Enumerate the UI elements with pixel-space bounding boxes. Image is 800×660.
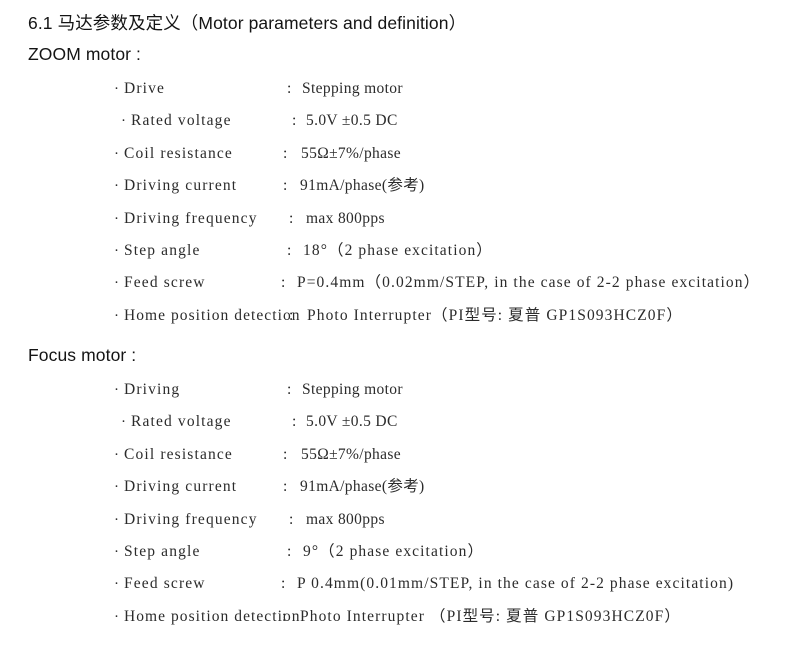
- spec-value: Photo Interrupter （PI型号: 夏普 GP1S093HCZ0F…: [300, 607, 681, 625]
- spec-separator: :: [287, 241, 292, 259]
- spec-value: Stepping motor: [302, 80, 403, 97]
- spec-value: max 800pps: [306, 510, 385, 528]
- section-heading-zoom-motor: ZOOM motor :: [28, 44, 142, 64]
- spec-row: · Coil resistance:55Ω±7%/phase: [0, 444, 800, 476]
- spec-separator: :: [289, 510, 294, 528]
- page-title: 6.1 马达参数及定义（Motor parameters and definit…: [28, 13, 467, 33]
- spec-row: · Driving current:91mA/phase(参考): [0, 175, 800, 207]
- spec-separator: :: [287, 381, 292, 398]
- spec-separator: :: [289, 209, 294, 227]
- section-heading-focus-motor: Focus motor :: [28, 345, 137, 365]
- spec-value: P 0.4mm(0.01mm/STEP, in the case of 2-2 …: [297, 575, 735, 593]
- spec-value: Stepping motor: [302, 381, 403, 398]
- bullet-icon: ·: [114, 382, 119, 398]
- spec-value: 91mA/phase(参考): [300, 478, 425, 496]
- spec-row: · Driving: Stepping motor: [0, 379, 800, 411]
- bullet-icon: ·: [114, 511, 119, 528]
- spec-value: Photo Interrupter（PI型号: 夏普 GP1S093HCZ0F）: [307, 306, 683, 324]
- spec-separator: :: [283, 478, 288, 496]
- spec-label: Coil resistance: [124, 445, 233, 463]
- spec-label: Feed screw: [124, 575, 206, 593]
- spec-value: 5.0V ±0.5 DC: [306, 413, 398, 431]
- bullet-icon: ·: [114, 479, 119, 496]
- spec-row: · Driving current:91mA/phase(参考): [0, 476, 800, 508]
- spec-value: 5.0V ±0.5 DC: [306, 112, 398, 130]
- spec-value: 91mA/phase(参考): [300, 177, 425, 195]
- spec-label: Rated voltage: [131, 413, 232, 431]
- spec-label: Driving frequency: [124, 510, 258, 528]
- spec-row: · Driving frequency: max 800pps: [0, 208, 800, 240]
- spec-row: · Coil resistance:55Ω±7%/phase: [0, 143, 800, 175]
- spec-value: 55Ω±7%/phase: [301, 144, 401, 162]
- spec-value: 9°（2 phase excitation）: [303, 542, 485, 560]
- spec-list-focus-motor: · Driving: Stepping motor · Rated voltage:5.…: [0, 379, 800, 638]
- spec-separator: :: [282, 607, 287, 625]
- spec-label: Coil resistance: [124, 144, 233, 162]
- bullet-icon: ·: [121, 414, 126, 431]
- bullet-icon: ·: [114, 446, 119, 463]
- spec-separator: :: [281, 274, 286, 292]
- spec-label: Drive: [124, 80, 166, 97]
- bullet-icon: ·: [114, 307, 119, 324]
- bullet-icon: ·: [114, 242, 119, 259]
- spec-label: Home position detection: [124, 607, 301, 625]
- spec-label: Driving current: [124, 177, 238, 195]
- bullet-icon: ·: [114, 145, 119, 162]
- spec-label: Driving frequency: [124, 209, 258, 227]
- bullet-icon: ·: [114, 576, 119, 593]
- bullet-icon: ·: [121, 113, 126, 130]
- spec-row: · Feed screw: P=0.4mm（0.02mm/STEP, in the …: [0, 272, 800, 304]
- spec-label: Driving: [124, 381, 181, 398]
- spec-value: 18°（2 phase excitation）: [303, 241, 493, 259]
- bullet-icon: ·: [114, 275, 119, 292]
- spec-separator: :: [292, 112, 297, 130]
- spec-label: Step angle: [124, 241, 201, 259]
- spec-value: max 800pps: [306, 209, 385, 227]
- bullet-icon: ·: [114, 81, 119, 97]
- spec-label: Feed screw: [124, 274, 206, 292]
- spec-row: · Step angle:18°（2 phase excitation）: [0, 240, 800, 272]
- spec-row: · Feed screw: P 0.4mm(0.01mm/STEP, in the …: [0, 573, 800, 605]
- spec-separator: :: [283, 144, 288, 162]
- spec-value: P=0.4mm（0.02mm/STEP, in the case of 2-2 …: [297, 274, 761, 292]
- spec-separator: :: [283, 445, 288, 463]
- spec-label: Home position detection: [124, 306, 301, 324]
- spec-separator: :: [283, 177, 288, 195]
- spec-separator: :: [287, 542, 292, 560]
- spec-separator: :: [281, 575, 286, 593]
- spec-separator: :: [287, 80, 292, 97]
- spec-row: · Drive: Stepping motor: [0, 78, 800, 110]
- spec-label: Driving current: [124, 478, 238, 496]
- spec-row: · Rated voltage:5.0V ±0.5 DC: [0, 411, 800, 443]
- spec-separator: :: [292, 413, 297, 431]
- spec-row: · Home position detection: Photo Interrupt…: [0, 305, 800, 337]
- spec-separator: :: [289, 306, 294, 324]
- spec-row: · Home position detection: Photo Interrupt…: [0, 606, 800, 638]
- bullet-icon: ·: [114, 608, 119, 625]
- spec-value: 55Ω±7%/phase: [301, 445, 401, 463]
- spec-row: · Driving frequency: max 800pps: [0, 509, 800, 541]
- bullet-icon: ·: [114, 543, 119, 560]
- spec-label: Step angle: [124, 542, 201, 560]
- spec-row: · Rated voltage:5.0V ±0.5 DC: [0, 110, 800, 142]
- spec-label: Rated voltage: [131, 112, 232, 130]
- spec-row: · Step angle:9°（2 phase excitation）: [0, 541, 800, 573]
- spec-list-zoom-motor: · Drive: Stepping motor · Rated voltage:5.0V…: [0, 78, 800, 337]
- bullet-icon: ·: [114, 210, 119, 227]
- bullet-icon: ·: [114, 178, 119, 195]
